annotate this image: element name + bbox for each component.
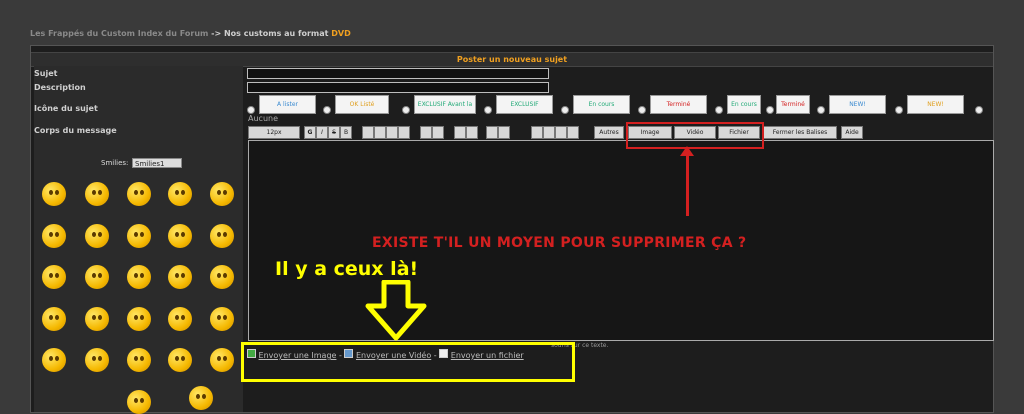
icon-option-termine[interactable]: Terminé [776,95,810,114]
more-button[interactable]: Autres [594,126,624,139]
breadcrumb-separator: -> [211,29,222,38]
b-button[interactable]: B [340,126,352,139]
smiley-icon[interactable] [210,265,234,289]
icon-radio-7[interactable] [715,106,723,114]
breadcrumb-link-forum[interactable]: Les Frappés du Custom Index du Forum [30,29,208,38]
breadcrumb-link-customs[interactable]: Nos customs au format [224,29,329,38]
smiley-icon[interactable] [168,307,192,331]
annotation-question: EXISTE T'IL UN MOYEN POUR SUPPRIMER ÇA ? [372,235,747,251]
align-left-button[interactable] [362,126,374,139]
smiley-icon[interactable] [127,307,151,331]
smiley-icon[interactable] [210,307,234,331]
code-button[interactable] [432,126,444,139]
strike-button[interactable]: S [328,126,340,139]
icon-option-ok-liste[interactable]: OK Listé [335,95,389,114]
smiley-icon[interactable] [85,224,109,248]
smiley-icon[interactable] [85,307,109,331]
help-button[interactable]: Aide [841,126,863,139]
annotation-red-box [626,122,764,149]
icon-option-new-1[interactable]: NEW! [829,95,886,114]
align-right-button[interactable] [386,126,398,139]
breadcrumb: Les Frappés du Custom Index du Forum -> … [30,29,351,38]
icon-radio-6[interactable] [638,106,646,114]
italic-button[interactable]: I [316,126,328,139]
smiley-icon[interactable] [127,265,151,289]
label-body: Corps du message [34,126,117,135]
annotation-yellow-box [241,342,575,382]
icon-radio-10[interactable] [895,106,903,114]
icon-radio-2[interactable] [323,106,331,114]
smiley-icon[interactable] [127,348,151,372]
annotation-answer: Il y a ceux là! [275,258,419,280]
smiley-icon[interactable] [168,348,192,372]
align-center-button[interactable] [374,126,386,139]
subject-input[interactable] [247,68,549,79]
smiley-icon[interactable] [168,265,192,289]
icon-radio-8[interactable] [766,106,774,114]
subscript-button[interactable] [454,126,466,139]
smiley-icon[interactable] [85,182,109,206]
icon-option-exclusif-avant[interactable]: EXCLUSIF Avant la sortie [414,95,476,114]
label-icon: Icône du sujet [34,104,98,113]
table-button[interactable] [531,126,543,139]
close-tags-button[interactable]: Fermer les Balises [763,126,837,139]
breadcrumb-link-dvd[interactable]: DVD [331,29,350,38]
description-input[interactable] [247,82,549,93]
special-chars-button[interactable] [555,126,567,139]
bold-button[interactable]: G [304,126,316,139]
smiley-icon[interactable] [85,265,109,289]
icon-radio-9[interactable] [817,106,825,114]
icon-option-en-cours[interactable]: En cours [727,95,761,114]
annotation-red-arrow [686,152,689,216]
font-size-button[interactable]: 12px [248,126,300,139]
smilies-label: Smilies: [101,159,129,167]
icon-option-a-lister[interactable]: A lister [259,95,316,114]
align-justify-button[interactable] [398,126,410,139]
icon-option-termine-commande[interactable]: Terminé Commande réalisée [650,95,707,114]
color-button[interactable] [567,126,579,139]
smiley-icon[interactable] [42,182,66,206]
label-subject: Sujet [34,69,58,78]
form-title: Poster un nouveau sujet [31,52,993,67]
smiley-icon[interactable] [210,182,234,206]
icon-option-exclusif[interactable]: EXCLUSIF [496,95,553,114]
icon-option-new-2[interactable]: NEW! [907,95,964,114]
smiley-icon[interactable] [210,348,234,372]
icon-radio-5[interactable] [561,106,569,114]
numbered-list-button[interactable] [498,126,510,139]
smiley-icon[interactable] [189,386,213,410]
list-button[interactable] [486,126,498,139]
smiley-icon[interactable] [127,390,151,414]
quote-button[interactable] [420,126,432,139]
label-description: Description [34,83,86,92]
smiley-icon[interactable] [210,224,234,248]
smiley-icon[interactable] [127,182,151,206]
smiley-icon[interactable] [42,348,66,372]
smiley-icon[interactable] [168,224,192,248]
icon-radio-11[interactable] [975,106,983,114]
smiley-icon[interactable] [127,224,151,248]
hr-button[interactable] [543,126,555,139]
smiley-icon[interactable] [85,348,109,372]
icon-radio-1[interactable] [247,106,255,114]
icon-option-en-cours-commande[interactable]: En cours Commande acceptée [573,95,630,114]
smiley-icon[interactable] [168,182,192,206]
icon-none-label[interactable]: Aucune [248,114,278,123]
annotation-yellow-arrow [365,280,427,341]
superscript-button[interactable] [466,126,478,139]
icon-radio-3[interactable] [402,106,410,114]
icon-radio-4[interactable] [484,106,492,114]
smilies-select[interactable]: Smilies1 [132,158,182,168]
smiley-icon[interactable] [42,224,66,248]
smiley-icon[interactable] [42,307,66,331]
smiley-icon[interactable] [42,265,66,289]
